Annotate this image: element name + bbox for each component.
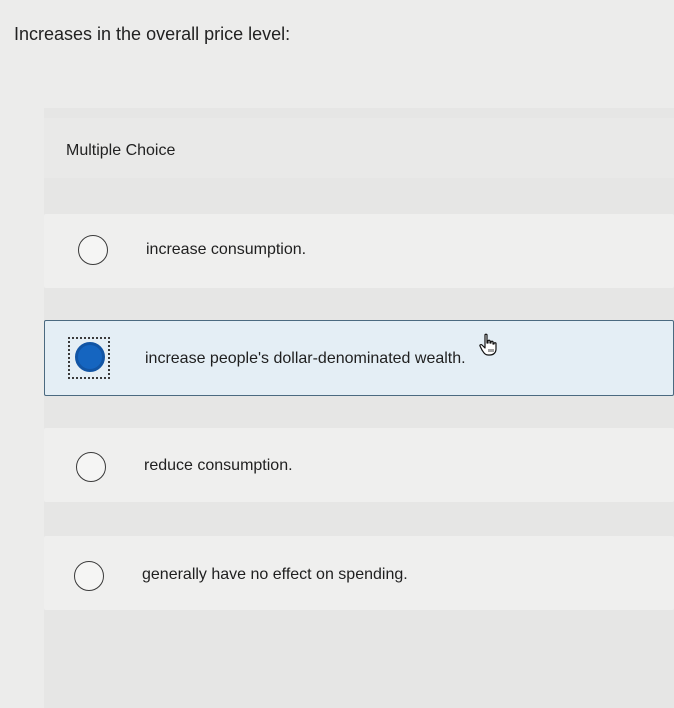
answer-option-2[interactable]: increase people's dollar-denominated wea… xyxy=(44,320,674,396)
radio-button-1[interactable] xyxy=(78,235,108,265)
multiple-choice-header: Multiple Choice xyxy=(44,118,674,178)
hand-pointer-icon xyxy=(479,333,497,356)
radio-button-3[interactable] xyxy=(76,452,106,482)
multiple-choice-panel: Multiple Choice xyxy=(44,108,674,708)
radio-button-2[interactable] xyxy=(75,342,105,372)
answer-option-4-label: generally have no effect on spending. xyxy=(142,566,408,583)
answer-option-1[interactable]: increase consumption. xyxy=(44,214,674,288)
answer-option-2-label: increase people's dollar-denominated wea… xyxy=(145,350,466,367)
radio-button-4[interactable] xyxy=(74,561,104,591)
question-text: Increases in the overall price level: xyxy=(14,24,291,44)
answer-option-3-label: reduce consumption. xyxy=(144,457,293,474)
answer-option-1-label: increase consumption. xyxy=(146,241,307,258)
answer-option-3[interactable]: reduce consumption. xyxy=(44,428,674,502)
multiple-choice-label: Multiple Choice xyxy=(66,142,176,159)
answer-option-4[interactable]: generally have no effect on spending. xyxy=(44,536,674,610)
